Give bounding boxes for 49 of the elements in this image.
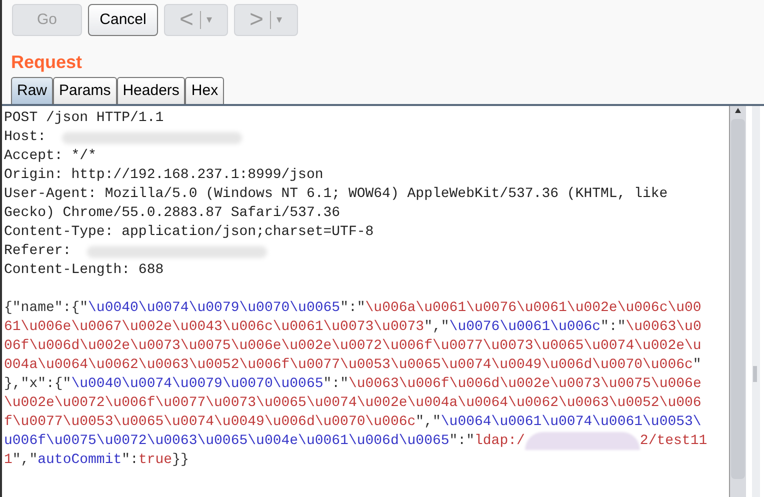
tab[interactable]: Raw <box>11 77 54 104</box>
json-value: \u0063\u006f\u006d\u002e\u0073\u0075\u006e <box>348 375 702 394</box>
json-value: 2/test11 <box>640 432 708 451</box>
scroll-up-icon[interactable] <box>735 108 741 113</box>
request-line: Content-Type: application/json;charset=UTF-8 <box>4 223 374 242</box>
json-punctuation: "," <box>12 451 38 470</box>
json-value: ldap:/ <box>474 432 525 451</box>
json-punctuation: },"x":{" <box>4 375 72 394</box>
json-value: 004a\u0064\u0062\u0063\u0052\u006f\u0077\u0053\u0065\u0074\u0049\u006d\u0070\u006c <box>4 356 693 375</box>
request-line: Content-Length: 688 <box>4 261 164 280</box>
json-key: \u0040\u0074\u0079\u0070\u0065 <box>88 299 340 318</box>
request-line: Origin: http://192.168.237.1:8999/json <box>4 166 324 185</box>
json-key: u006f\u0075\u0072\u0063\u0065\u004e\u0061\u006d\u0065 <box>4 432 450 451</box>
json-value: \u0063\u0 <box>626 318 702 337</box>
json-value: f\u0077\u0053\u0065\u0074\u0049\u006d\u0070\u006c <box>4 413 416 432</box>
json-key: \u0040\u0074\u0079\u0070\u0065 <box>71 375 324 394</box>
json-punctuation: " <box>692 356 702 375</box>
json-key: autoCommit <box>38 451 122 470</box>
json-key: \u0076\u0061\u006c <box>449 318 601 337</box>
json-punctuation: ":" <box>323 375 348 394</box>
json-punctuation: ":" <box>340 299 366 318</box>
scrollbar[interactable] <box>730 106 746 497</box>
text-editor[interactable] <box>2 106 730 497</box>
request-line: Gecko) Chrome/55.0.2883.87 Safari/537.36 <box>4 204 340 223</box>
scrollbar[interactable] <box>752 106 760 497</box>
json-punctuation: "," <box>416 413 441 432</box>
json-value: true <box>138 451 172 470</box>
json-key: \u0064\u0061\u0074\u0061\u0053\ <box>440 413 702 432</box>
section-title: Request <box>10 51 82 74</box>
request-line: Accept: */* <box>4 147 96 166</box>
request-line: Referer: <box>4 242 72 261</box>
json-value: \u002e\u0072\u006f\u0077\u0073\u0065\u0074\u002e\u004a\u0064\u0062\u0063\u0052\u006 <box>4 394 702 413</box>
json-punctuation: ":" <box>449 432 474 451</box>
json-value: \u006a\u0061\u0076\u0061\u002e\u006c\u00 <box>365 299 702 318</box>
request-line: Host: <box>4 128 46 147</box>
json-punctuation: "," <box>424 318 450 337</box>
json-value: 61\u006e\u0067\u002e\u0043\u006c\u0061\u0073\u0073 <box>4 318 424 337</box>
json-punctuation: ": <box>122 451 138 470</box>
json-value: 1 <box>4 451 12 470</box>
json-punctuation: {"name":{" <box>4 299 88 318</box>
json-punctuation: }} <box>172 451 189 470</box>
tab[interactable]: Params <box>53 77 117 104</box>
request-line: User-Agent: Mozilla/5.0 (Windows NT 6.1; WOW64) AppleWebKit/537.36 (KHTML, like <box>4 185 668 204</box>
tab[interactable]: Hex <box>185 77 224 104</box>
tab[interactable]: Headers <box>116 77 186 104</box>
request-line: POST /json HTTP/1.1 <box>4 109 164 128</box>
json-value: 06f\u006d\u002e\u0073\u0075\u006e\u002e\u0072\u006f\u0077\u0073\u0065\u0074\u002e\u <box>4 337 702 356</box>
toolbar-button[interactable]: Cancel <box>88 4 158 36</box>
json-punctuation: ":" <box>600 318 626 337</box>
